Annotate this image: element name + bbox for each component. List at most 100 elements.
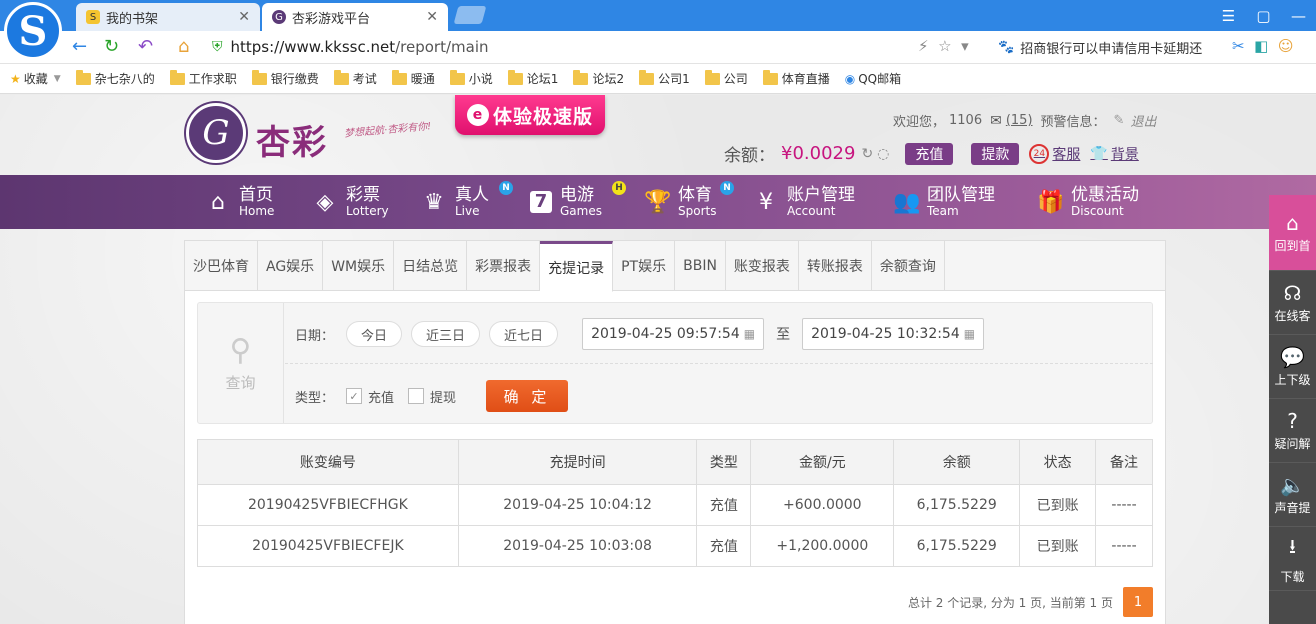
- bookmark-qqmail[interactable]: ◉ QQ邮箱: [845, 70, 901, 87]
- refresh-icon[interactable]: ↻: [104, 36, 119, 57]
- background-link[interactable]: 👕 背景: [1090, 144, 1138, 164]
- tab-bookshelf[interactable]: S 我的书架 ✕: [76, 3, 260, 31]
- lightning-icon[interactable]: ⚡: [918, 37, 929, 55]
- customer-service-link[interactable]: 24 客服: [1029, 143, 1080, 164]
- bookmark-folder[interactable]: 体育直播: [762, 69, 830, 87]
- browser-logo-icon[interactable]: S: [4, 2, 62, 60]
- bookmark-favorites[interactable]: ★ 收藏 ▼: [10, 70, 61, 87]
- tab-pt[interactable]: PT娱乐: [613, 241, 676, 291]
- question-icon: ?: [1287, 409, 1298, 433]
- promo-fast-version-button[interactable]: e 体验极速版: [455, 95, 605, 135]
- paw-icon: 🐾: [998, 39, 1015, 55]
- speaker-icon: 🔈: [1280, 473, 1305, 497]
- tab-saba-sports[interactable]: 沙巴体育: [185, 241, 258, 291]
- right-tools: ✂ ◧ ☺: [1232, 37, 1294, 55]
- nav-lottery[interactable]: ◈ 彩票 Lottery: [312, 175, 389, 229]
- tab-wm[interactable]: WM娱乐: [323, 241, 395, 291]
- recharge-checkbox[interactable]: ✓ 充值: [346, 387, 394, 406]
- nav-discount[interactable]: 🎁 优惠活动 Discount: [1037, 175, 1139, 229]
- query-form: ⚲ 查询 日期： 今日 近三日 近七日 2019-04-25 09:57:54 …: [197, 302, 1153, 424]
- record-note: -----: [1095, 525, 1153, 567]
- start-date-input[interactable]: 2019-04-25 09:57:54 ▦: [582, 318, 765, 350]
- dropdown-icon[interactable]: ▾: [961, 37, 969, 55]
- nav-team[interactable]: 👥 团队管理 Team: [893, 175, 995, 229]
- nav-games[interactable]: 7 电游 Games H: [530, 175, 626, 229]
- tab-balance-query[interactable]: 余额查询: [872, 241, 945, 291]
- tab-daily-overview[interactable]: 日结总览: [394, 241, 468, 291]
- mail-icon[interactable]: ✉: [990, 113, 1002, 129]
- record-id: 20190425VFBIECFHGK: [197, 484, 459, 526]
- scissors-icon[interactable]: ✂: [1232, 37, 1245, 55]
- user-id: 1106: [949, 113, 983, 128]
- home-browser-icon[interactable]: ⌂: [178, 36, 189, 57]
- tab-bbin[interactable]: BBIN: [675, 241, 726, 291]
- tab-lottery-report[interactable]: 彩票报表: [467, 241, 541, 291]
- minimize-icon[interactable]: —: [1281, 0, 1316, 31]
- today-button[interactable]: 今日: [346, 321, 403, 347]
- confirm-button[interactable]: 确 定: [486, 380, 569, 412]
- bookmark-folder[interactable]: 小说: [449, 69, 493, 87]
- sidebar-sound[interactable]: 🔈 声音提: [1269, 463, 1316, 527]
- nav-sports[interactable]: 🏆 体育 Sports N: [644, 175, 734, 229]
- bookmark-folder[interactable]: 考试: [333, 69, 377, 87]
- tab-account-change[interactable]: 账变报表: [726, 241, 799, 291]
- sidebar-download[interactable]: ⭳ 下载: [1269, 527, 1316, 591]
- user-info: 欢迎您， 1106 ✉ (15) 预警信息： ✎ 退出: [893, 111, 1156, 131]
- sidebar-online-service[interactable]: ☊ 在线客: [1269, 271, 1316, 335]
- bookmark-folder[interactable]: 论坛2: [573, 69, 624, 87]
- calendar-icon: ▦: [963, 327, 976, 341]
- sidebar-faq[interactable]: ? 疑问解: [1269, 399, 1316, 463]
- withdraw-checkbox[interactable]: 提现: [408, 387, 456, 406]
- bookmark-folder[interactable]: 杂七杂八的: [75, 69, 155, 87]
- nav-live[interactable]: ♛ 真人 Live N: [421, 175, 513, 229]
- bookmark-folder[interactable]: 银行缴费: [251, 69, 319, 87]
- address-bar[interactable]: ⛨ https://www.kkssc.net/report/main: [212, 34, 992, 60]
- extension-icon[interactable]: ◧: [1254, 37, 1268, 55]
- bookmark-folder[interactable]: 公司: [704, 69, 748, 87]
- refresh-balance-icon[interactable]: ↻: [861, 146, 873, 162]
- tab-title: 我的书架: [106, 11, 159, 27]
- hide-balance-icon[interactable]: ◌: [877, 146, 889, 162]
- search-input[interactable]: 🐾 招商银行可以申请信用卡延期还: [998, 35, 1218, 59]
- bookmark-folder[interactable]: 暖通: [391, 69, 435, 87]
- last-7-days-button[interactable]: 近七日: [489, 321, 559, 347]
- tab-ag[interactable]: AG娱乐: [258, 241, 324, 291]
- user-icon[interactable]: ☺: [1278, 37, 1294, 55]
- logo-emblem-icon: G: [186, 103, 246, 163]
- withdraw-button[interactable]: 提款: [971, 142, 1020, 165]
- folder-icon: [333, 69, 349, 85]
- nav-home[interactable]: ⌂ 首页 Home: [205, 175, 274, 229]
- bookmark-folder[interactable]: 公司1: [639, 69, 690, 87]
- table-header-row: 账变编号 充提时间 类型 金额/元 余额 状态 备注: [197, 439, 1153, 485]
- end-date-input[interactable]: 2019-04-25 10:32:54 ▦: [802, 318, 985, 350]
- tab-xingcai[interactable]: G 杏彩游戏平台 ✕: [262, 3, 448, 31]
- tab-transfer[interactable]: 转账报表: [799, 241, 872, 291]
- promo-icon: e: [466, 104, 489, 126]
- site-logo[interactable]: G 杏彩 梦想起航·杏彩有你!: [186, 103, 436, 167]
- logout-link[interactable]: 退出: [1130, 111, 1156, 130]
- recharge-button[interactable]: 充值: [905, 142, 954, 165]
- undo-icon[interactable]: ↶: [138, 36, 153, 57]
- mail-count-link[interactable]: (15): [1006, 113, 1033, 128]
- star-icon[interactable]: ☆: [938, 37, 951, 55]
- bookmark-folder[interactable]: 论坛1: [507, 69, 558, 87]
- sidebar-superior-subordinate[interactable]: 💬 上下级: [1269, 335, 1316, 399]
- main-nav: ⌂ 首页 Home ◈ 彩票 Lottery ♛ 真人 Live N 7 电游 Game…: [0, 175, 1316, 229]
- close-icon[interactable]: ✕: [426, 9, 438, 25]
- site-favicon-icon: G: [272, 10, 286, 24]
- tab-deposit-withdraw[interactable]: 充提记录: [540, 241, 614, 292]
- tab-title: 杏彩游戏平台: [292, 11, 371, 27]
- close-icon[interactable]: ✕: [238, 9, 250, 25]
- new-tab-button[interactable]: [453, 6, 487, 24]
- new-badge: N: [720, 181, 734, 195]
- bookmark-folder[interactable]: 工作求职: [169, 69, 237, 87]
- last-3-days-button[interactable]: 近三日: [411, 321, 481, 347]
- page-1-button[interactable]: 1: [1123, 587, 1153, 617]
- welcome-text: 欢迎您，: [893, 115, 946, 130]
- skin-icon[interactable]: ▢: [1246, 0, 1281, 31]
- back-icon[interactable]: ←: [72, 36, 87, 57]
- type-row: 类型： ✓ 充值 提现 确 定: [295, 380, 569, 412]
- sidebar-back-home[interactable]: ⌂ 回到首: [1269, 195, 1316, 271]
- menu-icon[interactable]: ☰: [1211, 0, 1246, 31]
- nav-account[interactable]: ¥ 账户管理 Account: [753, 175, 855, 229]
